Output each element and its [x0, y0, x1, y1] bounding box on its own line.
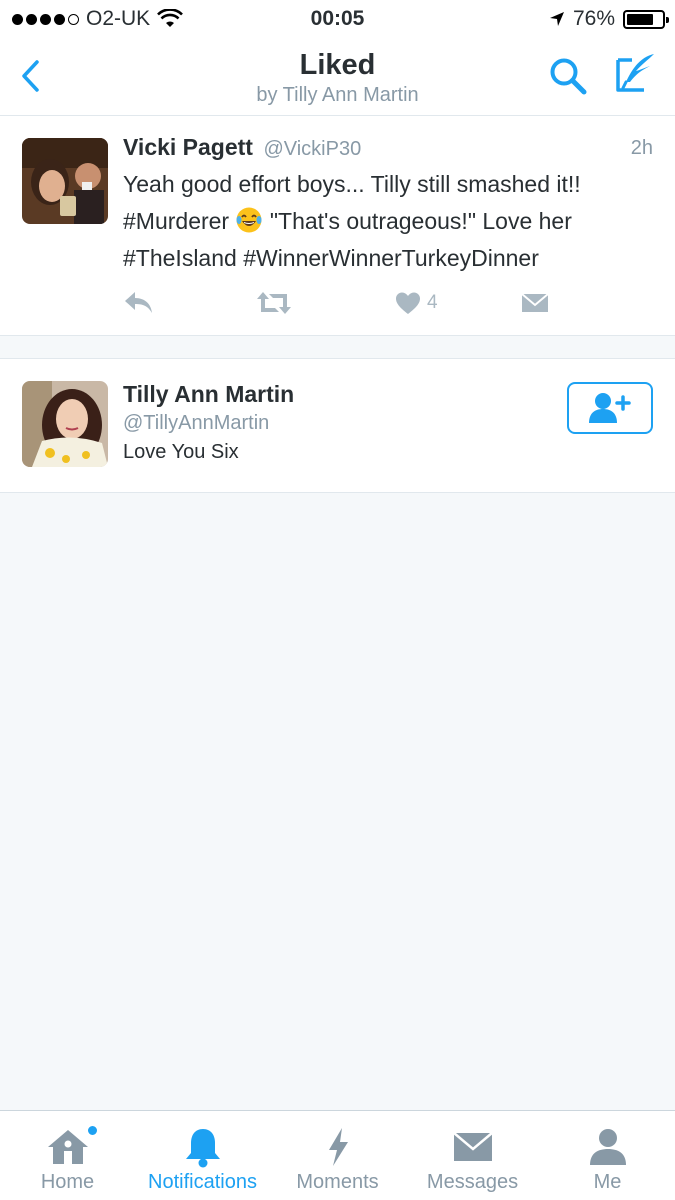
avatar[interactable]	[22, 381, 108, 467]
retweet-icon	[257, 292, 291, 314]
tweet-author-handle[interactable]: @VickiP30	[263, 138, 361, 160]
tab-label: Moments	[296, 1171, 379, 1193]
compose-tweet-button[interactable]	[614, 52, 658, 96]
retweet-button[interactable]	[255, 288, 293, 318]
face-with-tears-of-joy-icon	[236, 207, 262, 233]
location-arrow-icon	[549, 12, 564, 26]
tab-home[interactable]: Home	[0, 1111, 135, 1200]
navigation-bar: Liked by Tilly Ann Martin	[0, 40, 675, 116]
tab-notifications[interactable]: Notifications	[135, 1111, 270, 1200]
home-icon	[47, 1130, 88, 1164]
avatar[interactable]	[22, 138, 108, 224]
like-button[interactable]: 4	[395, 288, 438, 318]
tweet-card[interactable]: Vicki Pagett @VickiP30 2h Yeah good effo…	[0, 116, 675, 336]
tweet-header: Vicki Pagett @VickiP30 2h	[123, 134, 653, 164]
user-handle[interactable]: @TillyAnnMartin	[123, 412, 269, 435]
user-name[interactable]: Tilly Ann Martin	[123, 381, 294, 408]
tweet-author-name[interactable]: Vicki Pagett	[123, 134, 253, 160]
tab-label: Me	[593, 1171, 622, 1193]
envelope-icon	[452, 1132, 493, 1161]
battery-icon	[623, 9, 669, 29]
tab-label: Home	[40, 1171, 95, 1193]
lightning-icon	[328, 1128, 348, 1166]
status-bar: O2-UK 00:05 76%	[0, 0, 675, 40]
search-icon	[550, 58, 587, 95]
search-button[interactable]	[548, 56, 590, 96]
direct-message-button[interactable]	[521, 288, 549, 318]
compose-quill-icon	[616, 54, 654, 92]
tab-label: Messages	[426, 1171, 519, 1193]
status-right: 76%	[549, 7, 669, 31]
reply-button[interactable]	[123, 288, 155, 318]
tab-bar: Home Notifications Moments Messages Me	[0, 1110, 675, 1200]
tab-me[interactable]: Me	[540, 1111, 675, 1200]
add-user-icon	[589, 393, 631, 423]
tab-messages[interactable]: Messages	[405, 1111, 540, 1200]
like-count: 4	[427, 292, 438, 313]
tweet-timestamp: 2h	[630, 137, 653, 159]
tab-label: Notifications	[148, 1171, 257, 1193]
tweet-actions: 4	[123, 288, 643, 318]
reply-icon	[125, 292, 152, 313]
tab-moments[interactable]: Moments	[270, 1111, 405, 1200]
user-card[interactable]: Tilly Ann Martin @TillyAnnMartin Love Yo…	[0, 358, 675, 493]
follow-button[interactable]	[567, 382, 653, 434]
person-icon	[589, 1129, 626, 1165]
bell-icon	[185, 1129, 220, 1168]
battery-percent: 76%	[572, 7, 615, 30]
tweet-text: Yeah good effort boys... Tilly still sma…	[123, 166, 658, 277]
heart-icon	[396, 292, 420, 314]
envelope-icon	[521, 293, 549, 312]
notification-dot	[87, 1125, 98, 1136]
user-bio: Love You Six	[123, 441, 239, 463]
